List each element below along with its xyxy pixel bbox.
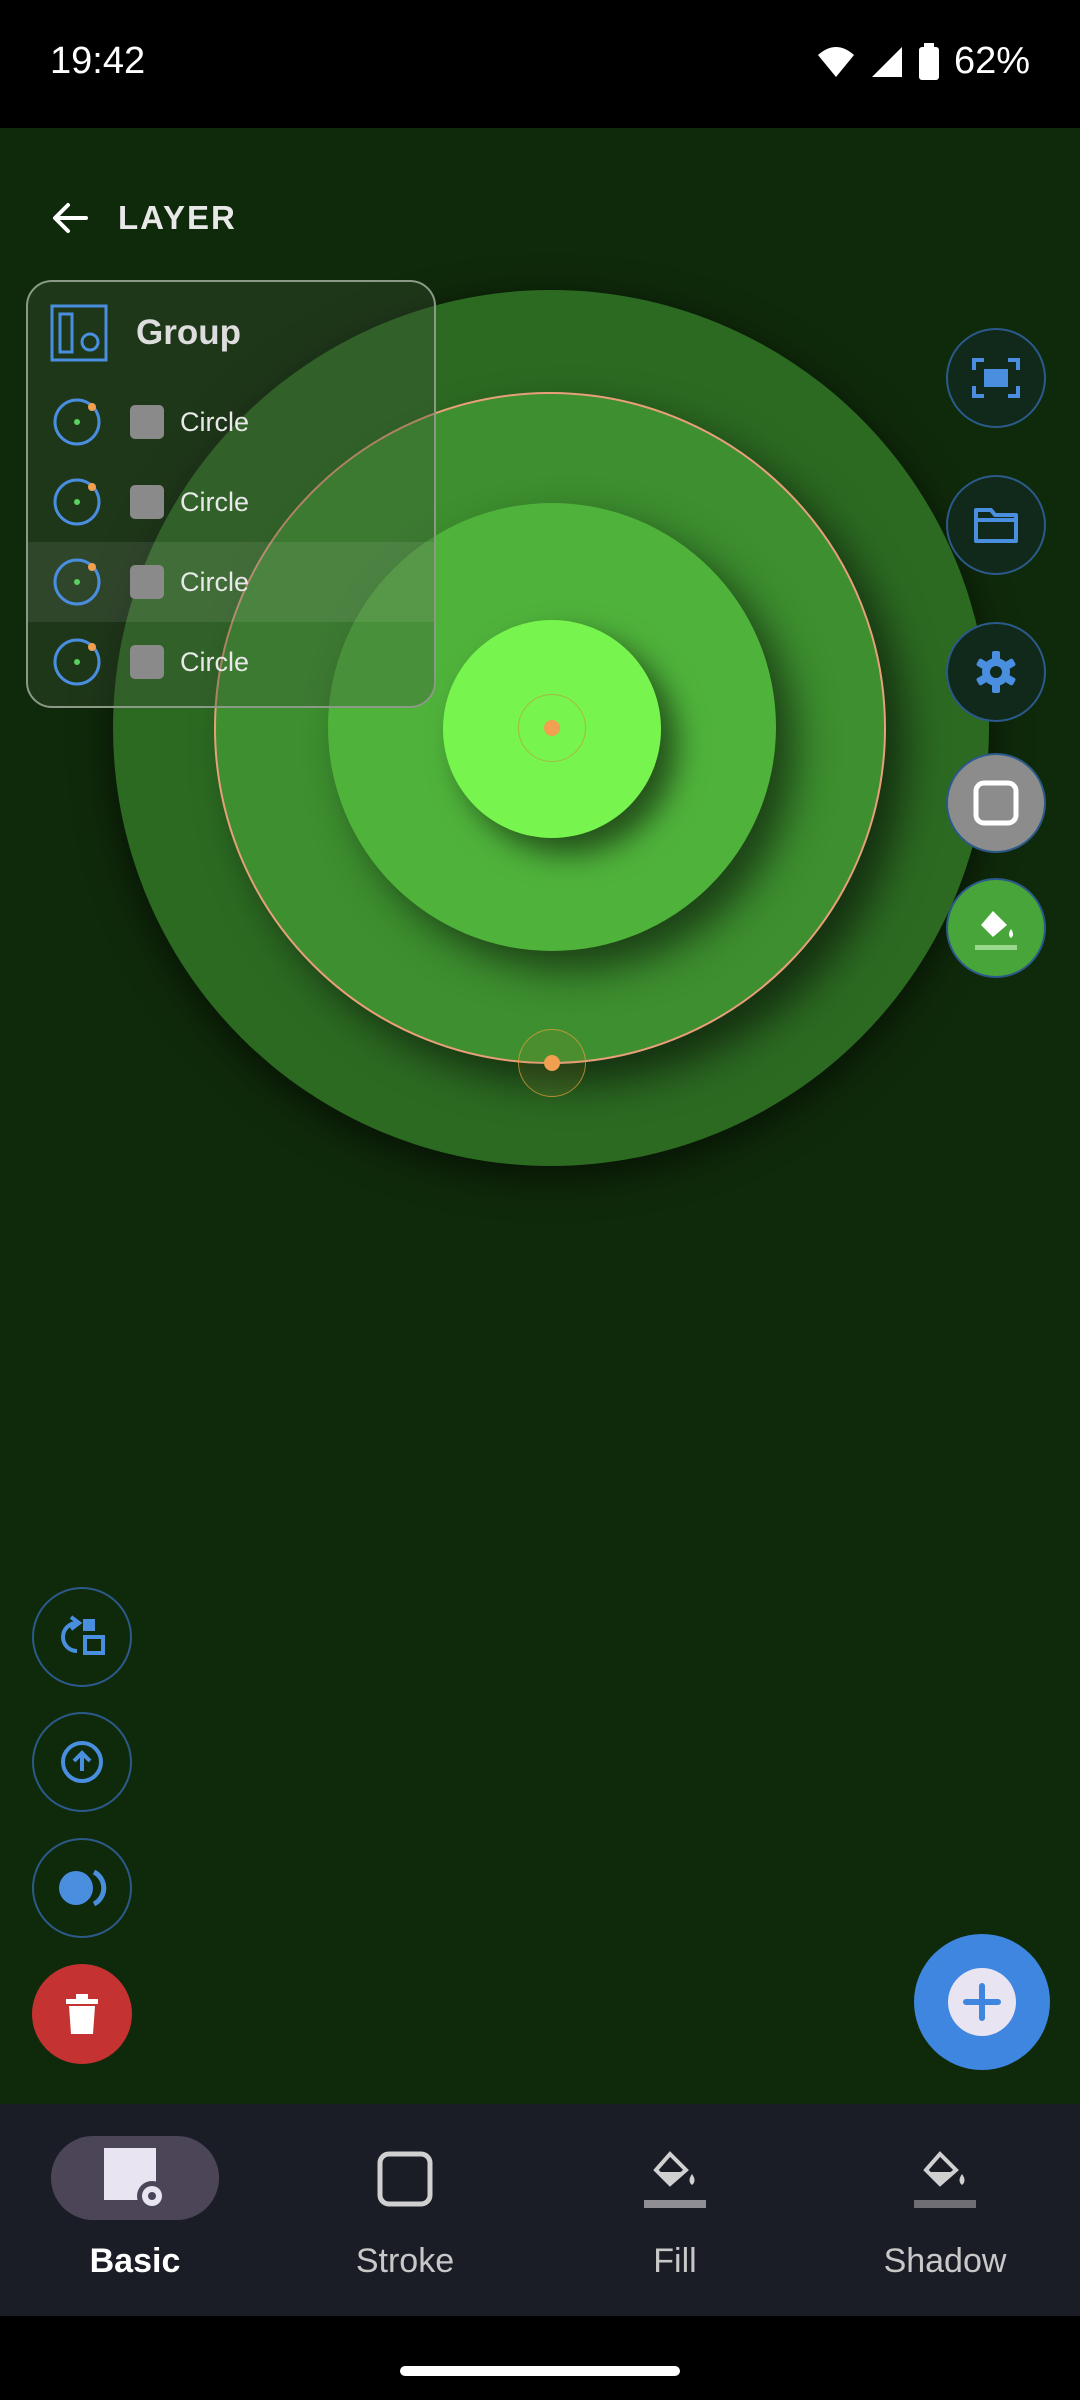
folder-icon [974,508,1018,543]
layers-panel: Group Circle Circle Circle Circle [26,280,436,708]
group-label: Group [136,313,241,352]
layer-label: Circle [180,566,250,597]
layer-group-row[interactable]: Group [50,304,241,362]
battery-icon [918,42,939,80]
nav-label-fill: Fill [653,2242,697,2280]
circle-layer-icon [53,398,101,446]
delete-icon [66,1994,98,2034]
layer-label: Circle [180,406,250,437]
color-swatch[interactable] [130,405,164,439]
fit-screen-button[interactable] [946,328,1046,428]
color-swatch[interactable] [130,645,164,679]
color-swatch[interactable] [130,565,164,599]
add-shape-button[interactable] [914,1934,1050,2070]
status-bar: 19:42 62% [0,0,1080,128]
settings-button[interactable] [946,622,1046,722]
top-bar: LAYER [50,198,237,238]
home-gesture-bar[interactable] [400,2366,680,2376]
nav-item-basic[interactable]: Basic [0,2104,270,2316]
shadow-bucket-icon [914,2151,976,2208]
delete-button[interactable] [32,1964,132,2064]
battery-percent: 62% [953,40,1030,82]
toggle-shape-icon [59,1869,107,1907]
replace-shape-button[interactable] [32,1587,132,1687]
nav-item-shadow[interactable]: Shadow [810,2104,1080,2316]
stroke-style-button[interactable] [946,753,1046,853]
add-icon [948,1968,1016,2036]
fit-screen-icon [972,358,1020,398]
arrow-left-icon[interactable] [50,198,90,238]
settings-icon [976,651,1016,693]
group-icon [50,304,108,362]
layer-row-selected[interactable]: Circle [28,542,434,622]
layer-row[interactable]: Circle [28,622,434,702]
status-icons: 62% [816,40,1030,83]
toggle-shape-button[interactable] [32,1838,132,1938]
wifi-icon [817,46,854,77]
nav-item-stroke[interactable]: Stroke [270,2104,540,2316]
nav-item-fill[interactable]: Fill [540,2104,810,2316]
nav-label-basic: Basic [89,2242,181,2280]
nav-label-shadow: Shadow [883,2242,1007,2280]
nav-label-stroke: Stroke [355,2242,455,2280]
bottom-navigation: Basic Stroke Fill Shadow [0,2104,1080,2316]
basic-settings-icon [104,2148,167,2211]
circle-layer-icon [53,638,101,686]
move-up-icon [61,1741,103,1783]
layer-row[interactable]: Circle [28,462,434,542]
radius-handle-dot [544,1055,560,1071]
layer-label: Circle [180,486,250,517]
layer-label: Circle [180,646,250,677]
color-swatch[interactable] [130,485,164,519]
fill-bucket-icon [644,2151,706,2208]
layer-row[interactable]: Circle [28,382,434,462]
signal-icon [871,46,902,77]
gesture-area [0,2316,1080,2400]
drawing-canvas[interactable]: LAYER Group Circle Circle Circle Circle [0,128,1080,2104]
status-time: 19:42 [50,40,146,82]
page-title: LAYER [118,199,237,236]
stroke-square-icon [973,780,1019,826]
fill-bucket-icon [975,911,1017,950]
open-folder-button[interactable] [946,475,1046,575]
move-up-button[interactable] [32,1712,132,1812]
fill-style-button[interactable] [946,878,1046,978]
stroke-square-icon [377,2151,433,2207]
circle-layer-icon [53,478,101,526]
center-handle-dot [544,720,560,736]
circle-layer-icon [53,558,101,606]
replace-shape-icon [61,1615,105,1655]
